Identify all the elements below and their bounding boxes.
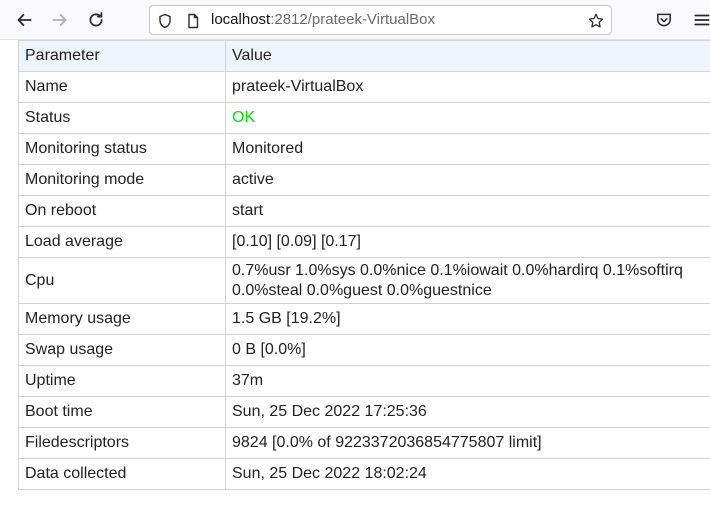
param-cell: Uptime [18,365,226,397]
value-cell: 9824 [0.0% of 9223372036854775807 limit] [225,427,710,459]
param-cell: On reboot [18,195,226,227]
reload-button[interactable] [84,8,108,32]
pocket-icon [657,13,671,27]
arrow-left-icon [17,14,32,26]
param-cell: Monitoring mode [18,164,226,196]
table-row: Monitoring status Monitored [18,133,710,165]
reload-icon [89,12,103,27]
table-row: Name prateek-VirtualBox [18,71,710,103]
value-cell: Sun, 25 Dec 2022 18:02:24 [225,458,710,490]
url-bar[interactable]: localhost:2812/prateek-VirtualBox [149,5,612,35]
cpu-value-cell: 0.7%usr 1.0%sys 0.0%nice 0.1%iowait 0.0%… [225,257,710,304]
cpu-value-line-1: 0.7%usr 1.0%sys 0.0%nice 0.1%iowait 0.0%… [232,261,683,279]
arrow-right-icon [52,14,67,26]
browser-toolbar: localhost:2812/prateek-VirtualBox [0,0,710,40]
page-icon[interactable] [184,12,202,30]
status-value-cell: OK [225,102,710,134]
param-cell: Swap usage [18,334,226,366]
value-cell: 1.5 GB [19.2%] [225,303,710,335]
param-cell: Data collected [18,458,226,490]
param-cell: Load average [18,226,226,258]
table-row: Status OK [18,102,710,134]
url-text[interactable]: localhost:2812/prateek-VirtualBox [211,11,435,29]
param-cell: Memory usage [18,303,226,335]
table-header-row: Parameter Value [18,40,710,72]
table-row: Monitoring mode active [18,164,710,196]
param-cell: Monitoring status [18,133,226,165]
star-icon[interactable] [587,12,605,30]
hamburger-menu-icon [694,14,710,26]
table-row: Load average [0.10] [0.09] [0.17] [18,226,710,258]
value-cell: active [225,164,710,196]
table-row: Uptime 37m [18,365,710,397]
param-cell: Filedescriptors [18,427,226,459]
table-row: Boot time Sun, 25 Dec 2022 17:25:36 [18,396,710,428]
column-header-value: Value [225,40,710,72]
menu-button[interactable] [690,8,710,32]
column-header-parameter: Parameter [18,40,226,72]
param-cell: Status [18,102,226,134]
back-button[interactable] [12,8,36,32]
shield-icon[interactable] [156,12,174,30]
value-cell: 0 B [0.0%] [225,334,710,366]
status-table: Parameter Value Name prateek-VirtualBox … [18,40,710,490]
forward-button[interactable] [48,8,72,32]
cpu-value-line-2: 0.0%steal 0.0%guest 0.0%guestnice [232,281,492,299]
param-cell: Name [18,71,226,103]
table-row: Cpu 0.7%usr 1.0%sys 0.0%nice 0.1%iowait … [18,257,710,304]
table-row: Filedescriptors 9824 [0.0% of 9223372036… [18,427,710,459]
value-cell: Monitored [225,133,710,165]
value-cell: [0.10] [0.09] [0.17] [225,226,710,258]
value-cell: prateek-VirtualBox [225,71,710,103]
url-host: localhost [211,11,271,28]
value-cell: start [225,195,710,227]
table-row: On reboot start [18,195,710,227]
value-cell: 37m [225,365,710,397]
table-row: Memory usage 1.5 GB [19.2%] [18,303,710,335]
value-cell: Sun, 25 Dec 2022 17:25:36 [225,396,710,428]
page-content: Parameter Value Name prateek-VirtualBox … [18,40,710,490]
table-row: Data collected Sun, 25 Dec 2022 18:02:24 [18,458,710,490]
param-cell: Boot time [18,396,226,428]
url-path: :2812/prateek-VirtualBox [270,11,436,28]
table-row: Swap usage 0 B [0.0%] [18,334,710,366]
pocket-button[interactable] [652,8,676,32]
param-cell: Cpu [18,257,226,304]
